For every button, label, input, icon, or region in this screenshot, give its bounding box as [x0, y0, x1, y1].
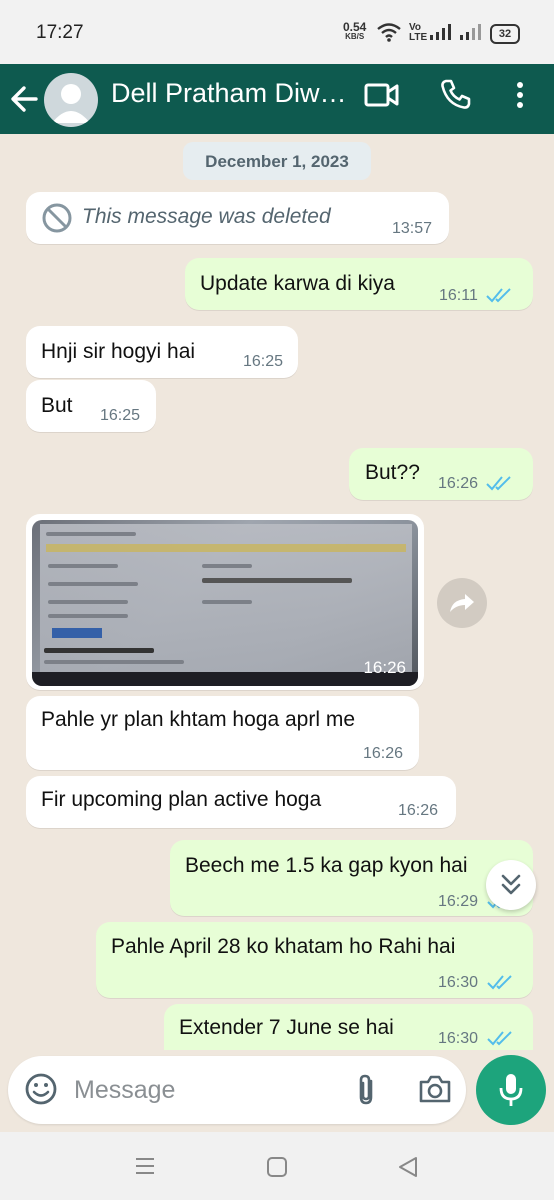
chat-area[interactable]: December 1, 2023 This message was delete…: [0, 134, 554, 1050]
message-time: 16:25: [243, 353, 284, 370]
message-time: 13:57: [392, 220, 433, 237]
network-speed-unit: KB/S: [345, 32, 365, 41]
message-bubble-incoming[interactable]: Hnji sir hogyi hai 16:25: [26, 326, 298, 378]
voice-call-icon[interactable]: [440, 78, 472, 110]
home-icon[interactable]: [266, 1156, 288, 1178]
message-text: But: [41, 394, 73, 417]
read-receipt-icon: [486, 476, 511, 491]
message-bubble-incoming[interactable]: Pahle yr plan khtam hoga aprl me 16:26: [26, 696, 419, 770]
message-time: 16:26: [363, 658, 406, 677]
message-text: Update karwa di kiya: [200, 272, 395, 295]
message-input[interactable]: [72, 1066, 336, 1114]
message-composer: [8, 1056, 466, 1124]
back-navigation-icon[interactable]: [397, 1155, 419, 1179]
battery-level: 32: [498, 28, 512, 40]
message-text: Extender 7 June se hai: [179, 1016, 394, 1039]
message-time: 16:29: [438, 893, 479, 910]
attach-icon[interactable]: [352, 1072, 380, 1108]
message-bubble-incoming[interactable]: But 16:25: [26, 380, 156, 432]
message-text: Beech me 1.5 ka gap kyon hai: [185, 854, 468, 877]
voice-message-button[interactable]: [476, 1055, 546, 1125]
contact-avatar[interactable]: [44, 73, 98, 127]
system-navigation-bar: [0, 1132, 554, 1200]
more-options-icon[interactable]: [508, 80, 532, 110]
default-avatar-icon: [52, 84, 90, 123]
message-time: 16:25: [100, 407, 141, 424]
message-text: This message was deleted: [82, 205, 331, 228]
message-time: 16:30: [438, 974, 479, 991]
message-bubble-incoming[interactable]: This message was deleted 13:57: [26, 192, 449, 244]
message-time: 16:26: [438, 475, 479, 492]
read-receipt-icon: [486, 288, 511, 303]
double-chevron-down-icon: [501, 874, 521, 895]
deleted-message-icon: [42, 203, 72, 233]
network-speed: 0.54 KB/S: [343, 20, 367, 42]
battery-icon: 32: [490, 24, 520, 44]
message-bubble-outgoing[interactable]: But?? 16:26: [349, 448, 533, 500]
volte-label: Vo LTE: [409, 22, 428, 43]
message-time: 16:11: [439, 287, 478, 304]
shared-photo[interactable]: 16:26: [32, 520, 418, 686]
microphone-icon: [499, 1074, 523, 1106]
signal-strength-sim2-icon: [460, 24, 481, 40]
message-time: 16:26: [398, 802, 439, 819]
message-text: But??: [365, 461, 420, 484]
back-arrow-icon[interactable]: [8, 79, 42, 119]
message-bubble-outgoing[interactable]: Update karwa di kiya 16:11: [185, 258, 533, 310]
recent-apps-icon[interactable]: [134, 1156, 156, 1176]
video-call-icon[interactable]: [364, 80, 400, 110]
date-separator: December 1, 2023: [183, 142, 371, 180]
message-text: Pahle yr plan khtam hoga aprl me: [41, 708, 356, 731]
wifi-icon: [377, 23, 401, 42]
contact-name[interactable]: Dell Pratham Diw…: [111, 78, 347, 109]
camera-icon[interactable]: [418, 1074, 452, 1104]
network-speed-value: 0.54: [343, 20, 367, 34]
message-time: 16:30: [438, 1030, 479, 1047]
message-text: Pahle April 28 ko khatam ho Rahi hai: [111, 935, 456, 958]
image-message-bubble[interactable]: 16:26: [26, 514, 424, 690]
forward-button[interactable]: [437, 578, 487, 628]
message-time: 16:26: [363, 745, 404, 762]
message-bubble-outgoing[interactable]: Extender 7 June se hai 16:30: [164, 1004, 533, 1050]
read-receipt-icon: [487, 1031, 512, 1046]
message-bubble-outgoing[interactable]: Pahle April 28 ko khatam ho Rahi hai 16:…: [96, 922, 533, 998]
message-text: Hnji sir hogyi hai: [41, 340, 196, 363]
read-receipt-icon: [487, 975, 512, 990]
message-bubble-outgoing[interactable]: Beech me 1.5 ka gap kyon hai 16:29: [170, 840, 533, 916]
forward-icon: [450, 594, 474, 612]
emoji-icon[interactable]: [24, 1072, 58, 1106]
scroll-to-bottom-button[interactable]: [486, 860, 536, 910]
status-bar: 17:27 0.54 KB/S Vo LTE 32: [0, 0, 554, 64]
signal-strength-icon: [430, 24, 451, 40]
message-bubble-incoming[interactable]: Fir upcoming plan active hoga 16:26: [26, 776, 456, 828]
message-text: Fir upcoming plan active hoga: [41, 788, 322, 811]
chat-header: Dell Pratham Diw…: [0, 64, 554, 134]
status-time: 17:27: [36, 22, 84, 43]
